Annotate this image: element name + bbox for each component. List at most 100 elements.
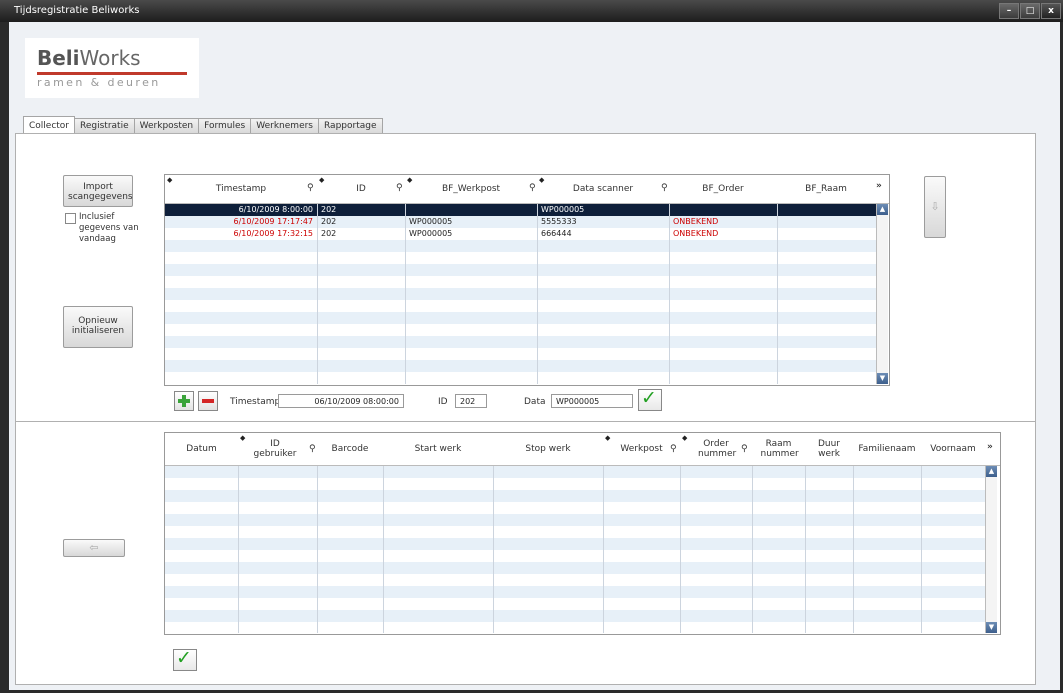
minus-icon: [202, 399, 214, 403]
minimize-button[interactable]: –: [999, 3, 1019, 19]
table-row[interactable]: [165, 312, 876, 324]
move-left-button[interactable]: ⇦: [63, 539, 125, 557]
table-cell: 202: [321, 229, 337, 238]
col-header-data-scanner[interactable]: Data scanner: [537, 175, 669, 203]
table-row[interactable]: [165, 360, 876, 372]
col-header-start-werk[interactable]: Start werk: [383, 433, 493, 465]
table-row[interactable]: [165, 622, 985, 634]
search-key-icon[interactable]: ⚲: [307, 183, 314, 193]
confirm-entry-button[interactable]: ✓: [638, 387, 662, 411]
table-row[interactable]: [165, 514, 985, 526]
table-row[interactable]: [165, 324, 876, 336]
table-row[interactable]: [165, 300, 876, 312]
table-row[interactable]: [165, 264, 876, 276]
collector-vscroll[interactable]: ▲ ▼: [876, 204, 888, 384]
registratie-vscroll[interactable]: ▲ ▼: [985, 466, 997, 633]
column-divider: [238, 466, 239, 633]
col-header-familienaam[interactable]: Familienaam: [853, 433, 921, 465]
sort-icon[interactable]: ◆: [539, 176, 544, 184]
table-row[interactable]: [165, 276, 876, 288]
table-row[interactable]: [165, 348, 876, 360]
table-row[interactable]: 6/10/2009 17:32:15 202 WP000005 666444 ONBEK…: [165, 228, 876, 240]
col-header-raam[interactable]: BF_Raam: [777, 175, 875, 203]
data-field[interactable]: WP000005: [551, 394, 633, 408]
id-field[interactable]: 202: [455, 394, 487, 408]
table-row[interactable]: [165, 336, 876, 348]
company-logo: BeliWorks ramen & deuren: [25, 38, 199, 98]
table-row[interactable]: [165, 288, 876, 300]
search-key-icon[interactable]: ⚲: [670, 444, 677, 454]
add-row-button[interactable]: [174, 391, 194, 411]
table-row[interactable]: [165, 574, 985, 586]
table-row[interactable]: [165, 586, 985, 598]
col-header-id-gebruiker[interactable]: ID gebruiker: [238, 433, 312, 465]
move-down-button[interactable]: ⇩: [924, 176, 946, 238]
table-cell: WP000005: [409, 217, 453, 226]
scroll-up-icon[interactable]: ▲: [877, 204, 888, 215]
table-row[interactable]: [165, 502, 985, 514]
col-header-werkpost[interactable]: BF_Werkpost: [405, 175, 537, 203]
column-chooser-icon[interactable]: »: [987, 442, 993, 452]
table-row[interactable]: [165, 610, 985, 622]
table-row[interactable]: [165, 478, 985, 490]
include-checkbox-label: Inclusief gegevens van vandaag: [79, 212, 139, 244]
col-header-datum[interactable]: Datum: [165, 433, 238, 465]
col-header-raam-nummer[interactable]: Raam nummer: [752, 433, 805, 465]
col-header-voornaam[interactable]: Voornaam: [921, 433, 985, 465]
table-row[interactable]: [165, 526, 985, 538]
table-row[interactable]: [165, 550, 985, 562]
search-key-icon[interactable]: ⚲: [529, 183, 536, 193]
remove-row-button[interactable]: [198, 391, 218, 411]
maximize-button[interactable]: □: [1020, 3, 1040, 19]
plus-icon-vertical: [182, 395, 186, 407]
table-row[interactable]: 6/10/2009 8:00:00 202 WP000005: [165, 204, 876, 216]
table-row[interactable]: [165, 538, 985, 550]
search-key-icon[interactable]: ⚲: [309, 444, 316, 454]
col-header-stop-werk[interactable]: Stop werk: [493, 433, 603, 465]
column-divider: [493, 466, 494, 633]
tab-werknemers[interactable]: Werknemers: [250, 118, 319, 133]
column-divider: [383, 466, 384, 633]
import-button[interactable]: Import scangegevens: [63, 175, 133, 207]
tab-rapportage[interactable]: Rapportage: [318, 118, 383, 133]
column-chooser-icon[interactable]: »: [876, 181, 882, 191]
tab-werkposten[interactable]: Werkposten: [133, 118, 200, 133]
table-row[interactable]: [165, 252, 876, 264]
search-key-icon[interactable]: ⚲: [741, 444, 748, 454]
table-row[interactable]: [165, 562, 985, 574]
search-key-icon[interactable]: ⚲: [396, 183, 403, 193]
scroll-down-icon[interactable]: ▼: [877, 373, 888, 384]
table-row[interactable]: [165, 598, 985, 610]
table-row[interactable]: [165, 372, 876, 384]
table-row[interactable]: [165, 466, 985, 478]
table-row[interactable]: 6/10/2009 17:17:47 202 WP000005 5555333 ONBE…: [165, 216, 876, 228]
sort-icon[interactable]: ◆: [167, 176, 172, 184]
table-cell: [409, 204, 533, 216]
scroll-down-icon[interactable]: ▼: [986, 622, 997, 633]
tab-formules[interactable]: Formules: [198, 118, 252, 133]
registratie-table-header: Datum ◆ ID gebruiker ⚲ Barcode Start wer…: [165, 433, 1000, 466]
table-row[interactable]: [165, 240, 876, 252]
include-checkbox[interactable]: [65, 213, 76, 224]
search-key-icon[interactable]: ⚲: [661, 183, 668, 193]
col-header-duur-werk[interactable]: Duur werk: [805, 433, 853, 465]
reset-button[interactable]: Opnieuw initialiseren: [63, 306, 133, 348]
close-button[interactable]: x: [1041, 3, 1061, 19]
col-header-id[interactable]: ID: [317, 175, 405, 203]
save-registratie-button[interactable]: ✓: [173, 647, 197, 671]
table-cell: [781, 204, 872, 216]
import-button-label: Import scangegevens: [68, 182, 133, 202]
timestamp-field[interactable]: 06/10/2009 08:00:00: [278, 394, 404, 408]
sort-icon[interactable]: ◆: [319, 176, 324, 184]
col-header-werkpost[interactable]: Werkpost: [603, 433, 680, 465]
table-row[interactable]: [165, 490, 985, 502]
column-divider: [537, 204, 538, 384]
sort-icon[interactable]: ◆: [407, 176, 412, 184]
col-header-order[interactable]: BF_Order: [669, 175, 777, 203]
scroll-up-icon[interactable]: ▲: [986, 466, 997, 477]
tab-collector[interactable]: Collector: [23, 116, 76, 133]
tab-registratie[interactable]: Registratie: [74, 118, 135, 133]
col-header-timestamp[interactable]: Timestamp: [165, 175, 317, 203]
column-divider: [317, 204, 318, 384]
col-header-barcode[interactable]: Barcode: [317, 433, 383, 465]
